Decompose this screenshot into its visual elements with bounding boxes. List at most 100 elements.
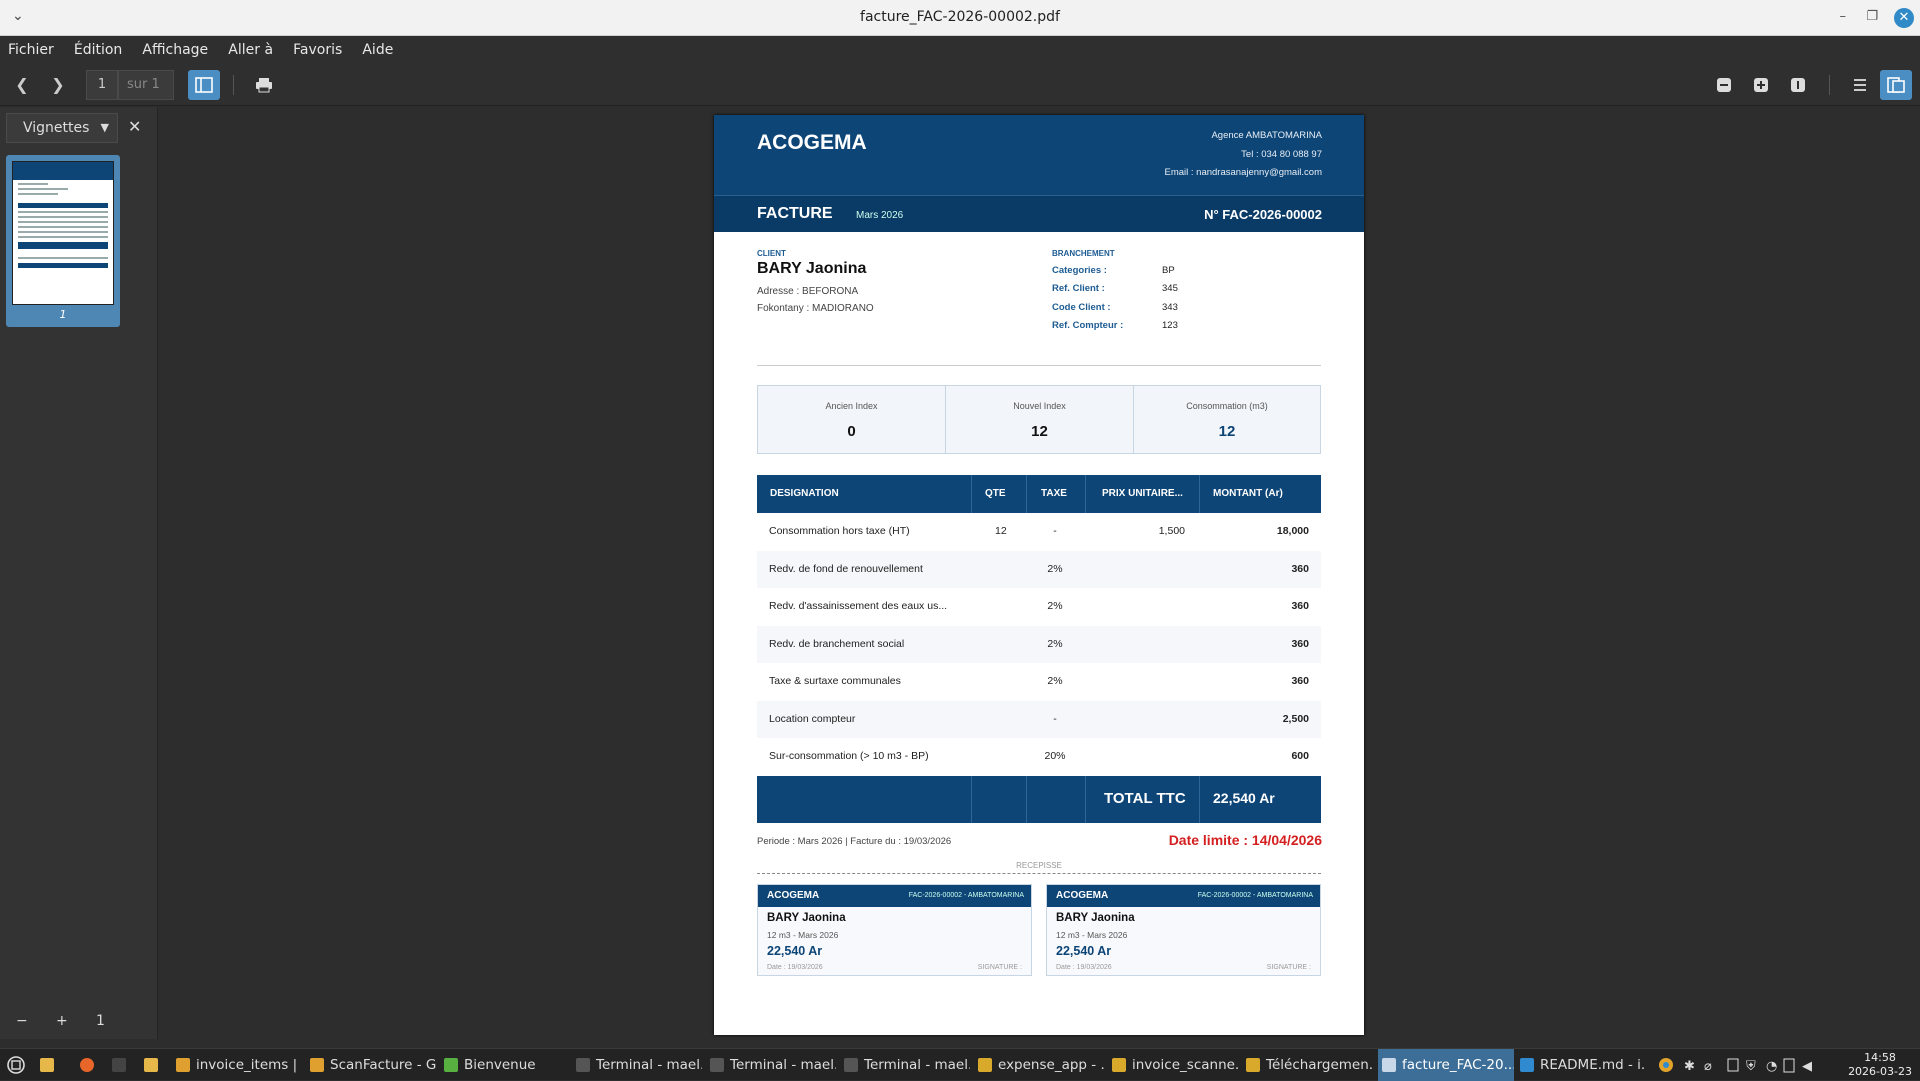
client-fokontany: Fokontany : MADIORANO (757, 303, 874, 314)
client-address: Adresse : BEFORONA (757, 286, 859, 297)
taskbar-window-item[interactable]: facture_FAC-20... (1378, 1049, 1514, 1081)
pdf-page: ACOGEMA Agence AMBATOMARINA Tel : 034 80… (714, 115, 1364, 1035)
app-icon (310, 1058, 324, 1072)
total-row: TOTAL TTC 22,540 Ar (757, 776, 1321, 823)
branch-key: Code Client : (1052, 302, 1111, 313)
agency-email: Email : nandrasanajenny@gmail.com (1164, 167, 1323, 178)
taskbar-item-label: Bienvenue (464, 1057, 536, 1073)
clock-date: 2026-03-23 (1848, 1065, 1912, 1078)
app-icon (1382, 1058, 1396, 1072)
zoom-in-icon[interactable] (1747, 72, 1775, 98)
zoom-actual-size-icon[interactable] (1784, 72, 1812, 98)
taskbar-window-item[interactable]: invoice_items | ... (172, 1049, 302, 1081)
invoice-number: N° FAC-2026-00002 (1204, 207, 1322, 222)
row-designation: Redv. d'assainissement des eaux us... (769, 600, 948, 612)
company-name: ACOGEMA (757, 131, 867, 154)
taskbar-window-item[interactable]: invoice_scanne... (1108, 1049, 1238, 1081)
close-sidebar-icon[interactable]: ✕ (128, 117, 141, 136)
row-taxe: - (1053, 712, 1057, 725)
index-cell: Nouvel Index 12 (946, 386, 1134, 453)
clock[interactable]: 14:58 2026-03-23 (1848, 1051, 1912, 1079)
taskbar-window-item[interactable]: Téléchargemen... (1242, 1049, 1372, 1081)
branch-value: 343 (1162, 302, 1178, 313)
row-qte: 12 (995, 525, 1007, 537)
column-header: MONTANT (Ar) (1213, 488, 1283, 499)
previous-page-icon[interactable]: ❮ (8, 72, 36, 98)
client-label: CLIENT (757, 249, 786, 258)
taskbar-item-label: Terminal - mael... (596, 1057, 702, 1073)
window-title: facture_FAC-2026-00002.pdf (860, 9, 1060, 25)
branch-value: BP (1162, 265, 1175, 276)
page-thumbnail-image (12, 161, 114, 305)
minimize-icon[interactable]: – (1840, 9, 1847, 24)
menu-favoris[interactable]: Favoris (285, 36, 349, 58)
start-menu-icon[interactable] (6, 1049, 28, 1081)
row-taxe: 2% (1047, 562, 1063, 575)
taskbar-window-item[interactable]: Terminal - mael... (706, 1049, 836, 1081)
chevron-down-icon: ▼ (100, 121, 109, 134)
menu-edition[interactable]: Édition (66, 36, 129, 58)
row-montant: 360 (1291, 675, 1309, 687)
taskbar-item-label: Téléchargemen... (1266, 1057, 1372, 1073)
taskbar: invoice_items | ... ScanFacture - G... Bie… (0, 1048, 1920, 1081)
cut-line (757, 873, 1321, 874)
row-montant: 2,500 (1282, 712, 1309, 725)
close-window-icon[interactable]: ✕ (1894, 8, 1914, 28)
zoom-out-icon[interactable] (1710, 72, 1738, 98)
taskbar-window-item[interactable]: ScanFacture - G... (306, 1049, 436, 1081)
row-designation: Redv. de branchement social (769, 637, 905, 650)
app-icon (710, 1058, 724, 1072)
terminal-launcher-icon[interactable] (112, 1058, 126, 1072)
taskbar-window-item[interactable]: expense_app - ... (974, 1049, 1104, 1081)
sidebar-mode-select[interactable]: Vignettes ▼ (6, 113, 118, 143)
row-montant: 18,000 (1276, 525, 1309, 537)
taskbar-window-item[interactable]: README.md - i... (1516, 1049, 1646, 1081)
document-viewer[interactable]: ACOGEMA Agence AMBATOMARINA Tel : 034 80… (159, 107, 1920, 1039)
invoice-header: ACOGEMA Agence AMBATOMARINA Tel : 034 80… (714, 115, 1364, 195)
app-icon (176, 1058, 190, 1072)
menu-aide[interactable]: Aide (354, 36, 400, 58)
app-icon (1520, 1058, 1534, 1072)
invoice-band: FACTURE Mars 2026 N° FAC-2026-00002 (714, 195, 1364, 232)
files-launcher-icon[interactable] (40, 1058, 54, 1072)
index-label: Ancien Index (825, 401, 878, 411)
page-thumbnail-selected[interactable]: 1 (6, 155, 120, 327)
folder-launcher-icon[interactable] (144, 1058, 158, 1072)
row-montant: 360 (1291, 600, 1309, 612)
menu-affichage[interactable]: Affichage (134, 36, 215, 58)
taskbar-item-label: Terminal - mael... (864, 1057, 970, 1073)
toolbar-divider (1829, 75, 1830, 95)
print-icon[interactable] (250, 72, 278, 98)
receipt-amount: 22,540 Ar (1056, 944, 1112, 958)
svg-text:⛨: ⛨ (1746, 1059, 1756, 1074)
menu-aller-a[interactable]: Aller à (220, 36, 280, 58)
menu-fichier[interactable]: Fichier (0, 36, 61, 58)
taskbar-window-item[interactable]: Terminal - mael... (840, 1049, 970, 1081)
sidebar-toggle-icon[interactable] (188, 70, 220, 100)
taskbar-window-item[interactable]: Bienvenue (440, 1049, 560, 1081)
menu-bar: Fichier Édition Affichage Aller à Favori… (0, 36, 1920, 64)
index-value: 12 (1218, 423, 1236, 440)
receipt-ref: FAC-2026-00002 - AMBATOMARINA (1197, 892, 1313, 899)
branch-value: 345 (1162, 283, 1178, 294)
app-icon (1246, 1058, 1260, 1072)
taskbar-window-item[interactable]: Terminal - mael... (572, 1049, 702, 1081)
sidebar-mode-label: Vignettes (23, 120, 90, 136)
svg-text:◀: ◀ (1802, 1059, 1812, 1074)
receipt-signature: SIGNATURE : (1266, 964, 1311, 971)
system-tray-icons[interactable]: ✱ ⌀ ⛨ ◔ ◀ (1656, 1049, 1816, 1081)
dual-page-icon[interactable] (1880, 70, 1912, 100)
table-header: DESIGNATION QTE TAXE PRIX UNITAIRE... MO… (757, 475, 1321, 513)
thumb-zoom-out-icon[interactable]: − (16, 1013, 28, 1029)
divider (757, 365, 1321, 366)
restore-icon[interactable]: ❐ (1866, 9, 1878, 24)
next-page-icon[interactable]: ❯ (44, 72, 72, 98)
thumb-zoom-in-icon[interactable]: + (56, 1013, 68, 1029)
app-icon (978, 1058, 992, 1072)
page-number-input[interactable]: 1 (86, 70, 118, 100)
thumb-reset-icon[interactable]: 1 (96, 1013, 105, 1029)
continuous-mode-icon[interactable] (1846, 72, 1874, 98)
sidebar-footer: − + 1 (0, 1005, 158, 1039)
receipt-brand: ACOGEMA (1056, 890, 1109, 901)
browser-launcher-icon[interactable] (80, 1058, 94, 1072)
